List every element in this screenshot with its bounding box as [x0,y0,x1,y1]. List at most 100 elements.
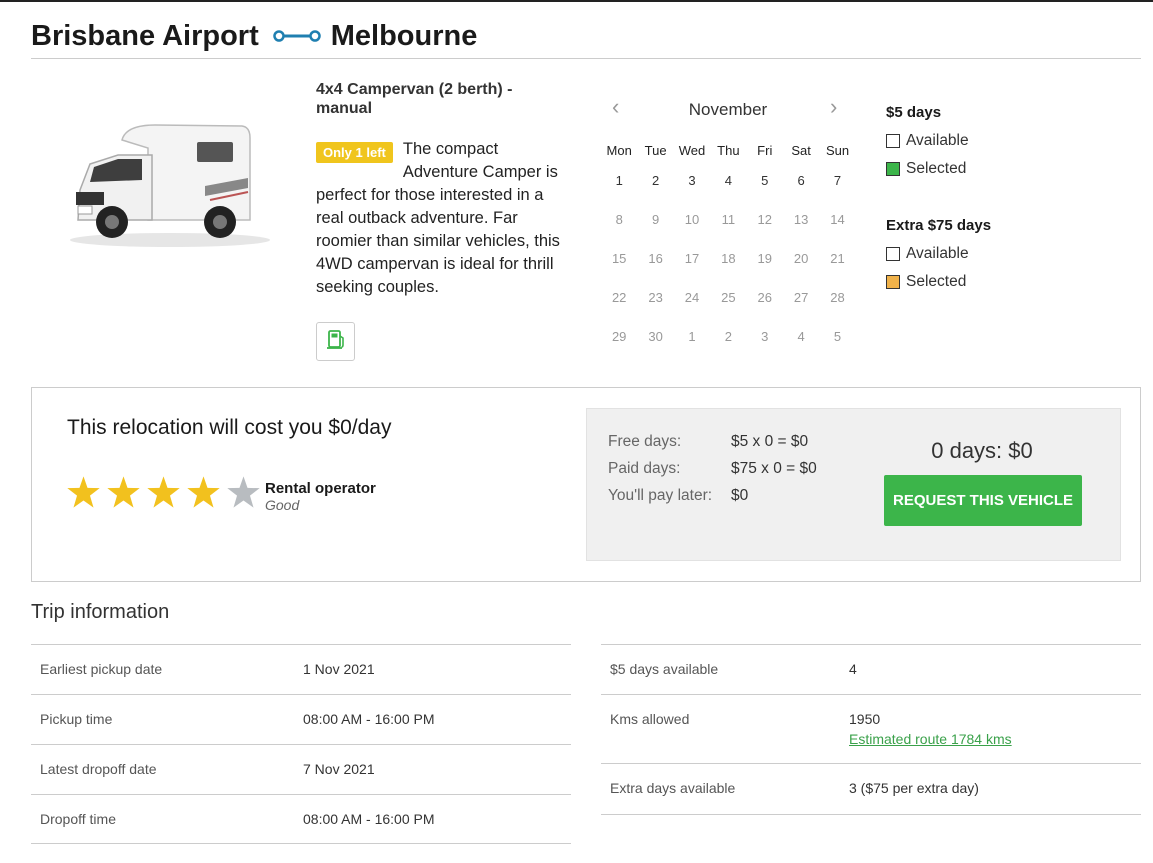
calendar-day-disabled: 28 [830,290,845,305]
chevron-right-icon: › [830,94,838,119]
calendar-day-disabled: 2 [724,329,732,344]
calendar-day-disabled: 12 [757,212,772,227]
weekday-label: Tue [644,143,667,158]
legend-available: Available [886,127,1036,155]
trip-table-left: Earliest pickup date 1 Nov 2021 Pickup t… [31,644,571,844]
calendar-week: 1 2 3 4 5 6 7 [601,170,856,209]
swatch-selected-green [886,162,900,176]
table-row: Earliest pickup date 1 Nov 2021 [31,644,571,694]
free-days-value: $5 x 0 = $0 [731,433,809,450]
calendar-day-disabled: 15 [611,251,627,266]
trip-value: 08:00 AM - 16:00 PM [303,811,435,827]
price-summary: Free days: $5 x 0 = $0 Paid days: $75 x … [586,408,1121,561]
availability-badge: Only 1 left [316,142,393,163]
calendar-day-disabled: 17 [684,251,700,266]
calendar-day-disabled: 1 [688,329,696,344]
calendar-day-disabled: 29 [611,329,627,344]
calendar-day-disabled: 24 [684,290,700,305]
cost-title: This relocation will cost you $0/day [67,416,392,439]
table-row: Extra days available 3 ($75 per extra da… [601,763,1141,815]
total-price: 0 days: $0 [931,438,1033,463]
weekday-label: Fri [757,143,773,158]
fuel-button[interactable] [316,322,355,361]
paid-days-label: Paid days: [608,460,681,477]
star-filled-icon [147,476,180,508]
calendar-day-disabled: 3 [761,329,769,344]
legend-label: Available [906,132,969,149]
cost-panel: This relocation will cost you $0/day Ren… [31,387,1141,582]
trip-label: Extra days available [610,780,736,796]
calendar-day[interactable]: 4 [710,170,746,209]
trip-label: Earliest pickup date [40,661,163,677]
calendar-day-disabled: 10 [684,212,700,227]
calendar-day[interactable]: 6 [783,170,819,209]
calendar-weekday-row: Mon Tue Wed Thu Fri Sat Sun [601,140,856,162]
operator-label: Rental operator [265,480,376,497]
vehicle-title: 4x4 Campervan (2 berth) - manual [316,81,513,117]
calendar-day-disabled: 4 [797,329,805,344]
calendar-day-disabled: 21 [830,251,845,266]
table-row: Kms allowed 1950 Estimated route 1784 km… [601,694,1141,763]
swatch-available [886,134,900,148]
request-vehicle-button[interactable]: REQUEST THIS VEHICLE [884,475,1082,526]
calendar-day-disabled: 5 [833,329,842,344]
calendar-day-disabled: 30 [648,329,663,344]
pay-later-label: You'll pay later: [608,487,713,504]
legend-extra-days: Extra $75 days Available Selected [886,217,1036,296]
route-header: Brisbane Airport Melbourne [31,14,1141,59]
calendar-day[interactable]: 1 [601,170,637,209]
calendar-day[interactable]: 2 [637,170,673,209]
rating-stars [65,474,265,511]
trip-table-right: $5 days available 4 Kms allowed 1950 Est… [601,644,1141,815]
legend-title: $5 days [886,104,942,121]
star-filled-icon [107,476,140,508]
trip-label: $5 days available [610,661,719,677]
legend-five-days: $5 days Available Selected [886,104,1036,183]
calendar-day-disabled: 27 [793,290,809,305]
table-row: Dropoff time 08:00 AM - 16:00 PM [31,794,571,844]
route-origin: Brisbane Airport [31,19,259,52]
star-filled-icon [187,476,220,508]
legend-title: Extra $75 days [886,217,992,234]
fuel-icon [326,328,346,355]
table-row: Pickup time 08:00 AM - 16:00 PM [31,694,571,744]
swatch-selected-orange [886,275,900,289]
calendar-day[interactable]: 7 [819,170,855,209]
weekday-label: Sun [825,143,850,158]
legend-label: Available [906,245,969,262]
legend-available: Available [886,240,1036,268]
weekday-label: Wed [678,143,706,158]
weekday-label: Sat [791,143,811,158]
calendar-day-disabled: 23 [648,290,663,305]
pay-later-value: $0 [731,487,749,504]
calendar-prev-button[interactable]: ‹ [612,96,619,118]
estimated-route-link[interactable]: Estimated route 1784 kms [849,731,1012,747]
trip-label: Pickup time [40,711,113,727]
calendar-week: 8 9 10 11 12 13 14 [601,209,856,248]
weekday-label: Thu [717,143,740,158]
calendar-day-disabled: 20 [793,251,809,266]
calendar-week: 15 16 17 18 19 20 21 [601,248,856,287]
trip-value: 3 ($75 per extra day) [849,780,979,796]
calendar-day[interactable]: 5 [747,170,783,209]
operator-rating: Good [265,497,300,513]
vehicle-description: Only 1 left The compact Adventure Camper… [316,138,572,299]
calendar-day-disabled: 22 [611,290,627,305]
trip-label: Latest dropoff date [40,761,157,777]
top-border [0,0,1153,2]
table-row: Latest dropoff date 7 Nov 2021 [31,744,571,794]
calendar-grid: Mon Tue Wed Thu Fri Sat Sun 1 2 3 4 5 6 … [601,140,856,365]
legend-selected: Selected [886,155,1036,183]
vehicle-description-text: The compact Adventure Camper is perfect … [316,140,560,296]
calendar-day-disabled: 13 [793,212,809,227]
calendar-next-button[interactable]: › [830,96,837,118]
calendar-day[interactable]: 3 [674,170,710,209]
chevron-left-icon: ‹ [612,94,620,119]
calendar-week: 22 23 24 25 26 27 28 [601,287,856,326]
operator-info: Rental operator Good [265,480,376,513]
calendar-day-disabled: 14 [830,212,845,227]
legend-selected: Selected [886,268,1036,296]
route-arrow-icon [273,29,321,43]
trip-label: Dropoff time [40,811,116,827]
trip-value-group: 1950 Estimated route 1784 kms [849,711,1012,747]
